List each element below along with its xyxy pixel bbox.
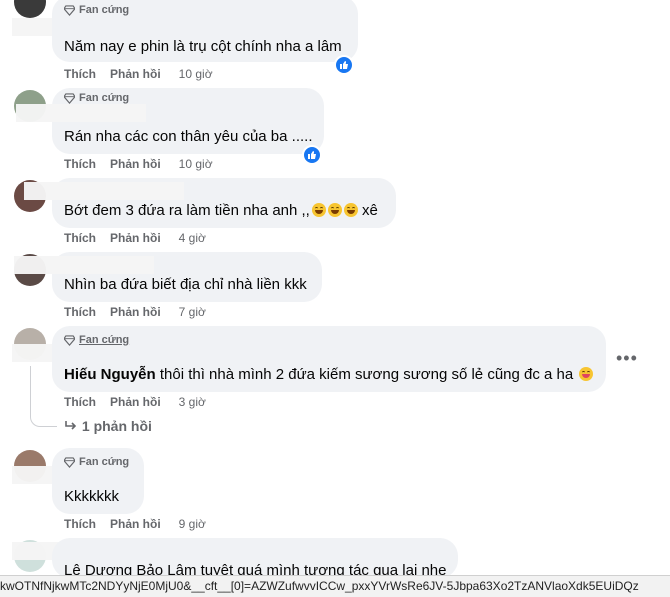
name-redaction [24, 182, 184, 200]
diamond-icon [64, 4, 75, 16]
timestamp[interactable]: 10 giờ [179, 157, 213, 171]
comment-text: Năm nay e phin là trụ cột chính nha a lâ… [64, 38, 342, 55]
comment-text: Hiếu Nguyễn thôi thì nhà mình 2 đứa kiếm… [64, 366, 594, 383]
diamond-icon [64, 92, 75, 104]
comment-bubble: Fan cứng Năm nay e phin là trụ cột chính… [52, 0, 358, 62]
fan-badge: Fan cứng [64, 92, 129, 104]
reply-thread-line [30, 366, 57, 427]
reply-arrow-icon [65, 421, 77, 430]
like-button[interactable]: Thích [64, 395, 96, 409]
diamond-icon [64, 456, 75, 468]
name-redaction [16, 104, 146, 122]
view-replies-link[interactable]: 1 phản hồi [64, 418, 152, 434]
like-button[interactable]: Thích [64, 67, 96, 81]
fan-badge: Fan cứng [64, 334, 129, 346]
fan-badge: Fan cứng [64, 456, 129, 468]
comment-text: Rán nha các con thân yêu của ba ..... [64, 128, 313, 145]
grin-emoji-icon [311, 203, 326, 217]
grin-emoji-icon [327, 203, 342, 217]
comment-text: Kkkkkkk [64, 488, 120, 505]
comment-bubble: Lê Dương Bảo Lâm tuyệt quá mình tương tá… [52, 538, 458, 579]
timestamp[interactable]: 7 giờ [179, 305, 206, 319]
fan-badge: Fan cứng [64, 4, 129, 16]
reply-button[interactable]: Phản hồi [110, 231, 161, 245]
like-reaction-icon[interactable] [334, 55, 354, 75]
timestamp[interactable]: 10 giờ [179, 67, 213, 81]
grin-emoji-icon [343, 203, 358, 217]
name-redaction [14, 256, 154, 274]
diamond-icon [64, 334, 75, 346]
more-options-button[interactable]: ••• [616, 348, 638, 369]
comment-bubble: Fan cứng Kkkkkkk [52, 448, 144, 514]
timestamp[interactable]: 4 giờ [179, 231, 206, 245]
comment-actions: Thích Phản hồi 7 giờ [64, 305, 206, 319]
comment-actions: Thích Phản hồi 10 giờ [64, 67, 213, 81]
status-bar-url: kwOTNfNjkwMTc2NDYyNjE0MjU0&__cft__[0]=AZ… [0, 575, 670, 597]
wink-tongue-emoji-icon [579, 367, 594, 381]
reply-button[interactable]: Phản hồi [110, 157, 161, 171]
reply-button[interactable]: Phản hồi [110, 67, 161, 81]
timestamp[interactable]: 3 giờ [179, 395, 206, 409]
reply-button[interactable]: Phản hồi [110, 305, 161, 319]
reply-button[interactable]: Phản hồi [110, 517, 161, 531]
avatar[interactable] [14, 0, 46, 18]
comment-actions: Thích Phản hồi 10 giờ [64, 157, 213, 171]
like-button[interactable]: Thích [64, 517, 96, 531]
like-reaction-icon[interactable] [302, 145, 322, 165]
like-button[interactable]: Thích [64, 231, 96, 245]
mention-link[interactable]: Hiếu Nguyễn [64, 366, 156, 383]
comment-actions: Thích Phản hồi 4 giờ [64, 231, 206, 245]
timestamp[interactable]: 9 giờ [179, 517, 206, 531]
comment-actions: Thích Phản hồi 3 giờ [64, 395, 206, 409]
like-button[interactable]: Thích [64, 305, 96, 319]
comment-bubble: Fan cứng Hiếu Nguyễn thôi thì nhà mình 2… [52, 326, 606, 392]
comment-text: Bớt đem 3 đứa ra làm tiền nha anh ,, xê [64, 202, 378, 219]
reply-button[interactable]: Phản hồi [110, 395, 161, 409]
like-button[interactable]: Thích [64, 157, 96, 171]
comment-text: Nhìn ba đứa biết địa chỉ nhà liền kkk [64, 276, 307, 293]
comment-actions: Thích Phản hồi 9 giờ [64, 517, 206, 531]
